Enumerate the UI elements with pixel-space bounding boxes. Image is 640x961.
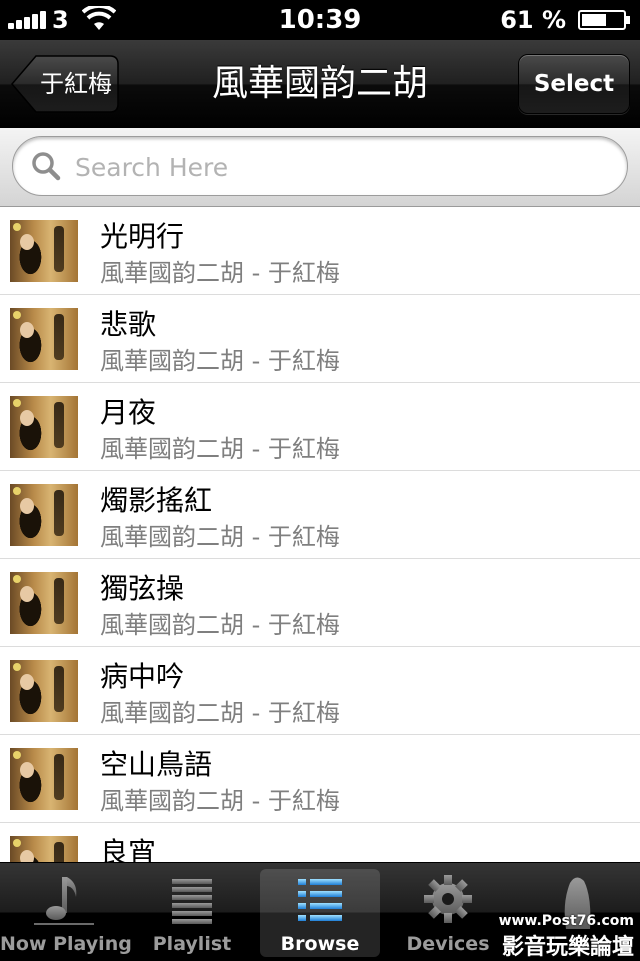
list-item[interactable]: 光明行風華國韵二胡 - 于紅梅 [0,207,640,295]
gear-icon [424,875,472,923]
battery-percentage: 61 % [500,6,566,34]
list-item[interactable]: 獨弦操風華國韵二胡 - 于紅梅 [0,559,640,647]
search-field[interactable] [12,136,628,197]
page-title: 風華國韵二胡 [211,63,428,104]
album-art-thumbnail [10,748,78,810]
navigation-bar: 于紅梅 風華國韵二胡 Select [0,40,640,130]
list-item[interactable]: 悲歌風華國韵二胡 - 于紅梅 [0,295,640,383]
back-button[interactable]: 于紅梅 [10,54,120,114]
album-art-thumbnail [10,572,78,634]
watermark: www.Post76.com 影音玩樂論壇 [474,913,634,960]
track-subtitle: 風華國韵二胡 - 于紅梅 [100,523,340,551]
list-item[interactable]: 空山鳥語風華國韵二胡 - 于紅梅 [0,735,640,823]
watermark-url: www.Post76.com [498,913,634,929]
tab-label: Now Playing [0,933,132,955]
track-subtitle: 風華國韵二胡 - 于紅梅 [100,611,340,639]
track-title: 悲歌 [100,308,157,341]
album-art-thumbnail [10,396,78,458]
back-button-label: 于紅梅 [40,70,112,98]
track-title: 良宵 [100,836,157,862]
select-button[interactable]: Select [518,54,630,114]
tab-now-playing[interactable]: Now Playing [0,863,132,961]
list-item[interactable]: 燭影搖紅風華國韵二胡 - 于紅梅 [0,471,640,559]
search-input[interactable] [73,137,617,197]
track-list: 光明行 風華國韵二胡 - 于紅梅 悲歌 風華國韵二胡 - 于紅梅 月夜 風華國韵二胡 - … [0,207,640,862]
list-item[interactable]: 良宵 [0,823,640,862]
track-title: 燭影搖紅 [100,484,213,517]
track-title: 空山鳥語 [100,748,213,781]
track-subtitle: 風華國韵二胡 - 于紅梅 [100,699,340,727]
list-item[interactable]: 病中吟風華國韵二胡 - 于紅梅 [0,647,640,735]
tab-browse[interactable]: Browse [256,863,384,961]
album-art-thumbnail [10,308,78,370]
track-subtitle: 風華國韵二胡 - 于紅梅 [100,259,340,287]
battery-icon [578,10,630,30]
track-subtitle: 風華國韵二胡 - 于紅梅 [100,347,340,375]
status-bar: 3 10:39 61 % [0,0,640,40]
tab-bar: Now Playing Playlist Browse Devices www.… [0,862,640,961]
tab-playlist[interactable]: Playlist [128,863,256,961]
album-art-thumbnail [10,484,78,546]
tab-label: Playlist [152,933,232,955]
track-subtitle: 風華國韵二胡 - 于紅梅 [100,435,340,463]
playlist-icon [172,879,212,924]
album-art-thumbnail [10,660,78,722]
album-art-thumbnail [10,220,78,282]
list-item[interactable]: 月夜風華國韵二胡 - 于紅梅 [0,383,640,471]
track-title: 病中吟 [100,660,185,693]
track-title: 獨弦操 [100,572,185,605]
album-art-thumbnail [10,836,78,862]
track-title: 光明行 [100,220,185,253]
tab-label: Browse [280,933,360,955]
search-bar [0,128,640,207]
music-note-icon [34,877,94,925]
browse-list-icon [298,879,342,921]
track-subtitle: 風華國韵二胡 - 于紅梅 [100,787,340,815]
watermark-text: 影音玩樂論壇 [501,935,634,960]
track-title: 月夜 [100,396,157,429]
search-icon [32,152,61,181]
